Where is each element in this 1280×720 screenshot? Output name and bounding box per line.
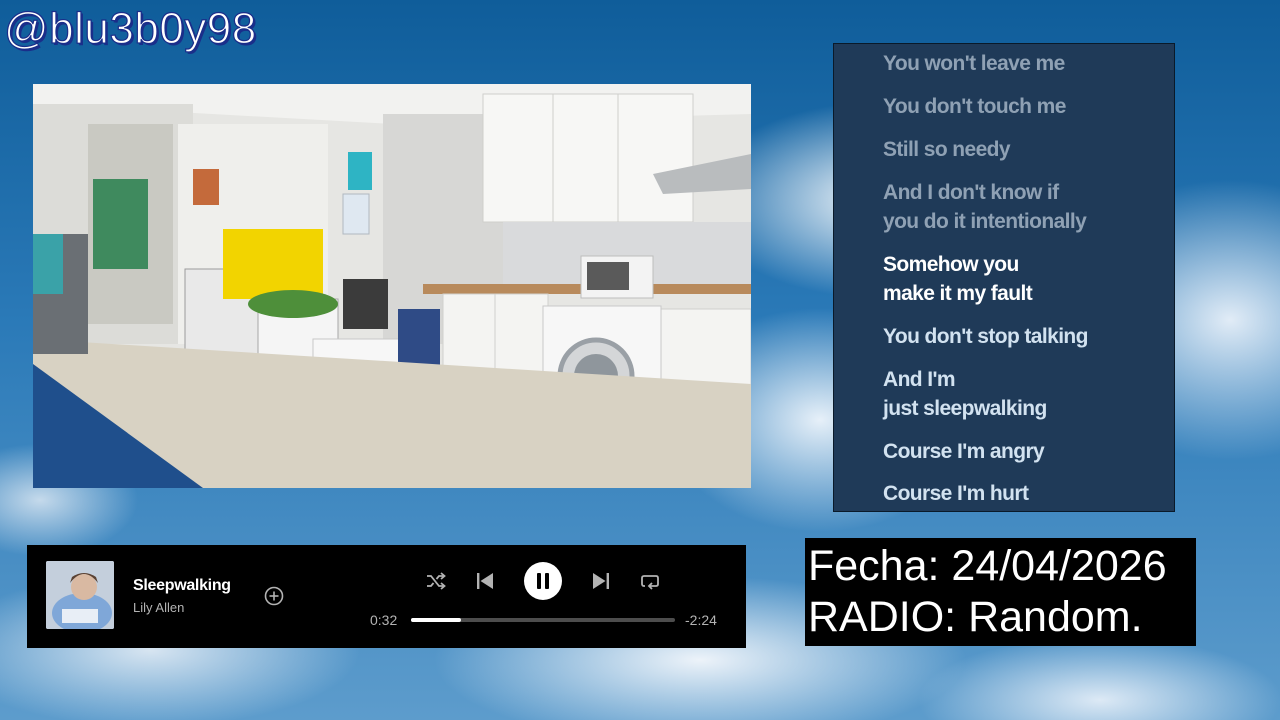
lyric-line: And I'm just sleepwalking	[883, 368, 1047, 420]
pause-icon	[537, 573, 549, 589]
music-player: Sleepwalking Lily Allen 0:32 -2:24	[27, 545, 746, 648]
lyric-line: Still so needy	[883, 138, 1011, 161]
kitchen-scene-image	[33, 84, 751, 488]
shuffle-button[interactable]	[425, 570, 447, 592]
lyric-line: And I don't know if you do it intentiona…	[883, 181, 1087, 233]
next-button[interactable]	[590, 570, 612, 592]
track-title[interactable]: Sleepwalking	[133, 577, 231, 595]
lyric-line: Course I'm hurt	[883, 482, 1029, 505]
lyric-line: You don't touch me	[883, 95, 1066, 118]
lyric-line: You won't leave me	[883, 52, 1065, 75]
date-label: Fecha: 24/04/2026	[808, 542, 1167, 590]
add-to-library-button[interactable]	[264, 586, 284, 606]
elapsed-time: 0:32	[370, 612, 398, 628]
repeat-button[interactable]	[639, 570, 661, 592]
remaining-time: -2:24	[685, 612, 717, 628]
lyric-line-active: Somehow you make it my fault	[883, 253, 1033, 305]
progress-bar[interactable]	[411, 618, 675, 622]
previous-button[interactable]	[474, 570, 496, 592]
info-box: Fecha: 24/04/2026 RADIO: Random.	[805, 538, 1196, 646]
progress-fill	[411, 618, 462, 622]
lyrics-panel: You won't leave me You don't touch me St…	[833, 43, 1175, 512]
previous-icon	[477, 573, 493, 589]
pause-button[interactable]	[524, 562, 562, 600]
album-cover	[46, 561, 114, 629]
radio-label: RADIO: Random.	[808, 593, 1143, 641]
channel-handle: @blu3b0y98	[3, 3, 257, 53]
next-icon	[593, 573, 609, 589]
lyric-line: Course I'm angry	[883, 440, 1045, 463]
repeat-icon	[641, 575, 659, 590]
camera-feed	[33, 84, 751, 488]
shuffle-icon	[427, 572, 446, 590]
lyric-line: You don't stop talking	[883, 325, 1088, 348]
track-artist[interactable]: Lily Allen	[133, 600, 184, 615]
add-icon	[264, 586, 284, 606]
